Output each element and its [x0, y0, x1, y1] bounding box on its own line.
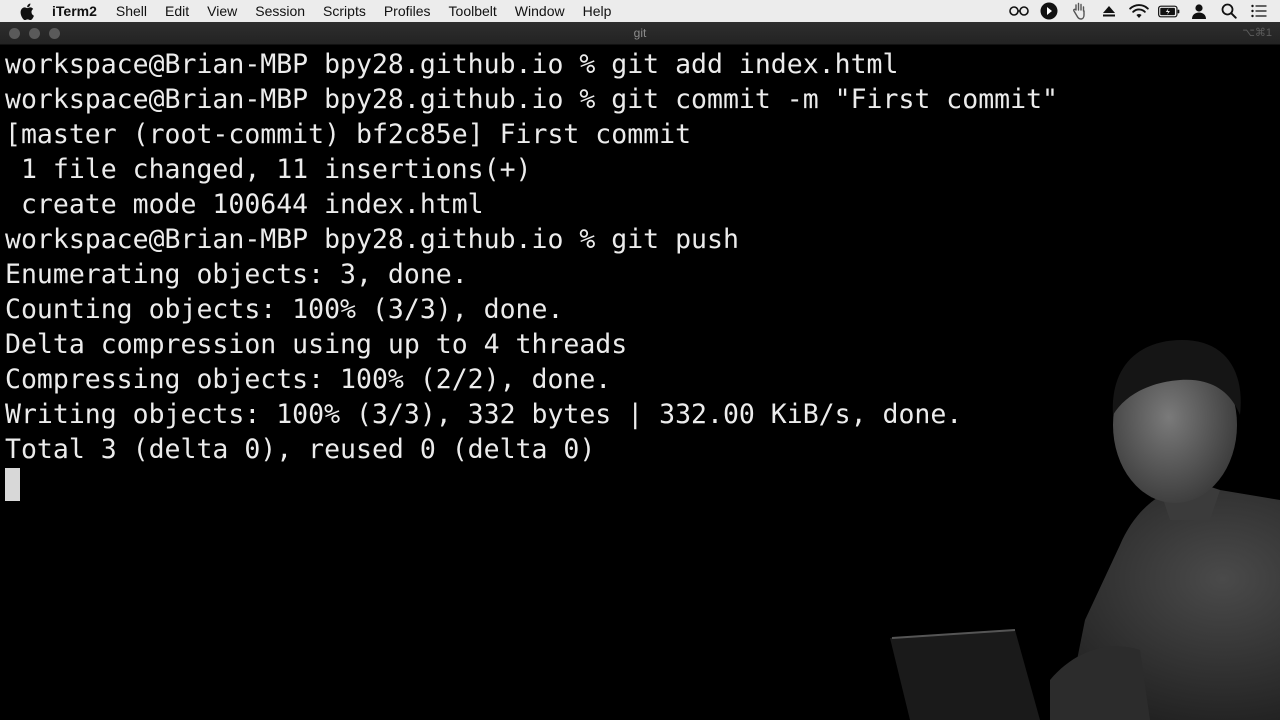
menu-view[interactable]: View [207, 0, 237, 22]
search-icon[interactable] [1218, 0, 1240, 22]
terminal-line: Enumerating objects: 3, done. [5, 259, 468, 290]
terminal-cursor [5, 468, 20, 501]
menu-toolbelt[interactable]: Toolbelt [449, 0, 497, 22]
wifi-icon[interactable] [1128, 0, 1150, 22]
menu-help[interactable]: Help [583, 0, 612, 22]
status-area [1000, 0, 1270, 22]
terminal-line: create mode 100644 index.html [5, 189, 484, 220]
terminal-line: 1 file changed, 11 insertions(+) [5, 154, 532, 185]
terminal-line: [master (root-commit) bf2c85e] First com… [5, 119, 692, 150]
menu-scripts[interactable]: Scripts [323, 0, 366, 22]
user-icon[interactable] [1188, 0, 1210, 22]
play-circle-icon[interactable] [1038, 0, 1060, 22]
eject-icon[interactable] [1098, 0, 1120, 22]
glasses-icon[interactable] [1008, 0, 1030, 22]
battery-icon[interactable] [1158, 0, 1180, 22]
menu-window[interactable]: Window [515, 0, 565, 22]
menu-bar: iTerm2 Shell Edit View Session Scripts P… [0, 0, 1280, 22]
apple-icon[interactable] [18, 2, 36, 20]
presenter-image [890, 340, 1280, 720]
list-icon[interactable] [1248, 0, 1270, 22]
window-shortcut: ⌥⌘1 [1242, 27, 1272, 39]
terminal-line: workspace@Brian-MBP bpy28.github.io % gi… [5, 49, 899, 80]
menu-profiles[interactable]: Profiles [384, 0, 431, 22]
hand-icon[interactable] [1068, 0, 1090, 22]
menu-shell[interactable]: Shell [116, 0, 147, 22]
menu-session[interactable]: Session [255, 0, 305, 22]
screen: iTerm2 Shell Edit View Session Scripts P… [0, 0, 1280, 720]
menu-edit[interactable]: Edit [165, 0, 189, 22]
menu-app-name[interactable]: iTerm2 [52, 0, 97, 22]
window-title-bar[interactable]: git ⌥⌘1 [0, 22, 1280, 45]
terminal-line: workspace@Brian-MBP bpy28.github.io % gi… [5, 84, 1058, 115]
terminal-line: workspace@Brian-MBP bpy28.github.io % gi… [5, 224, 739, 255]
window-title: git [633, 26, 647, 40]
